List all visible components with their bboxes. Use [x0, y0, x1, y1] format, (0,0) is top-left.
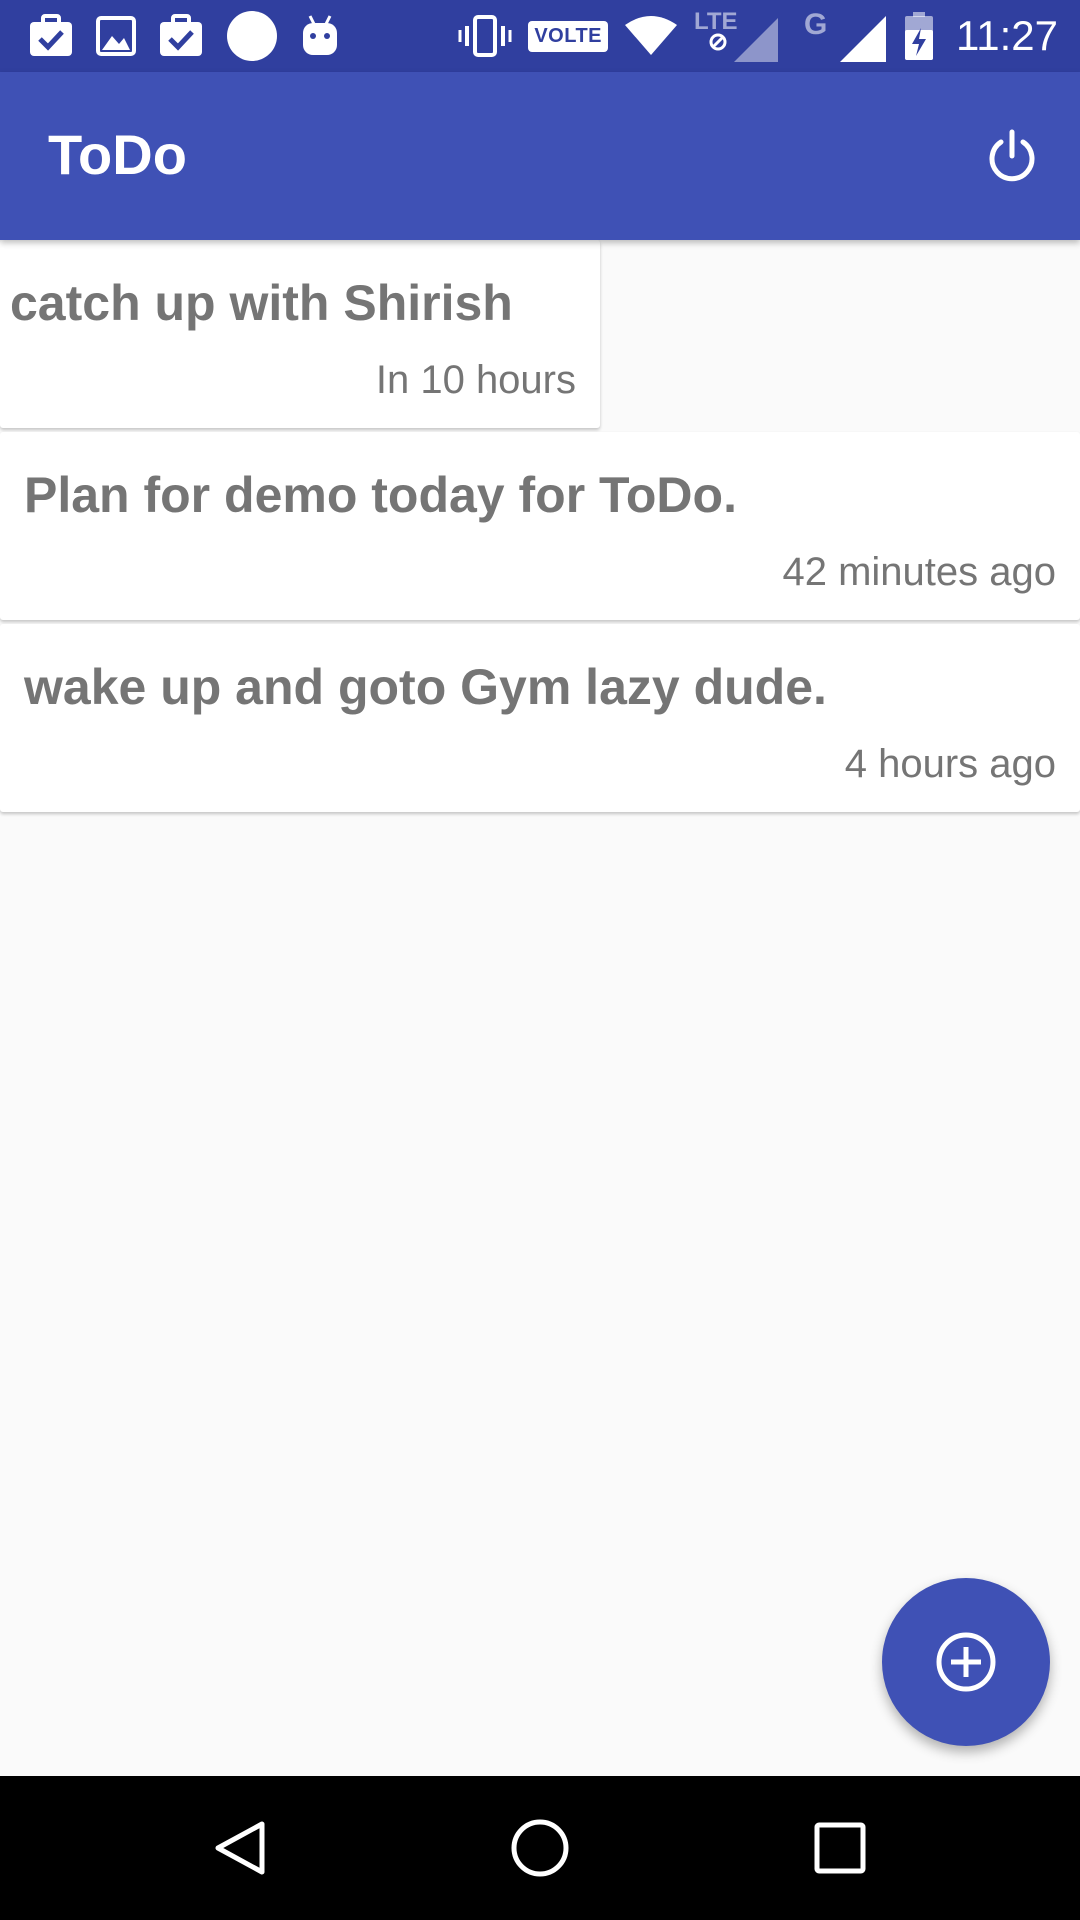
navigation-bar: [0, 1776, 1080, 1920]
add-circle-icon: [936, 1632, 996, 1692]
back-button[interactable]: [198, 1806, 282, 1890]
todo-card[interactable]: Plan for demo today for ToDo. 42 minutes…: [0, 432, 1080, 620]
task-check-icon: [158, 14, 204, 58]
todo-title: wake up and goto Gym lazy dude.: [24, 659, 827, 715]
volte-badge: VOLTE: [528, 20, 608, 52]
todo-card[interactable]: wake up and goto Gym lazy dude. 4 hours …: [0, 624, 1080, 812]
todo-title: catch up with Shirish: [10, 275, 513, 331]
image-icon: [96, 16, 136, 56]
add-todo-button[interactable]: [882, 1578, 1050, 1746]
screen: VOLTE LTE G 11:27 ToDo catch up with Shi…: [0, 0, 1080, 1920]
system-status-icons: VOLTE LTE G 11:27: [458, 8, 1058, 64]
back-icon: [215, 1821, 265, 1875]
android-icon: [300, 14, 340, 58]
todo-time: 42 minutes ago: [782, 550, 1056, 594]
recents-icon: [814, 1822, 866, 1874]
app-title: ToDo: [48, 123, 187, 186]
home-button[interactable]: [498, 1806, 582, 1890]
todo-card[interactable]: catch up with Shirish In 10 hours: [0, 240, 600, 428]
vibrate-icon: [458, 14, 512, 58]
clock: 11:27: [956, 12, 1058, 59]
lte-signal-icon: LTE: [694, 8, 780, 64]
circle-icon: [226, 10, 278, 62]
home-icon: [511, 1819, 569, 1877]
power-button[interactable]: [976, 120, 1048, 192]
recents-button[interactable]: [798, 1806, 882, 1890]
power-icon: [989, 129, 1035, 182]
g-signal-icon: G: [796, 8, 888, 64]
battery-charging-icon: [904, 12, 934, 60]
todo-time: 4 hours ago: [844, 742, 1056, 786]
wifi-icon: [624, 15, 678, 57]
task-check-icon: [28, 14, 74, 58]
app-bar: ToDo: [0, 72, 1080, 240]
todo-title: Plan for demo today for ToDo.: [24, 467, 737, 523]
todo-time: In 10 hours: [375, 358, 576, 402]
notification-icons: [28, 10, 340, 62]
status-bar: VOLTE LTE G 11:27: [0, 0, 1080, 72]
